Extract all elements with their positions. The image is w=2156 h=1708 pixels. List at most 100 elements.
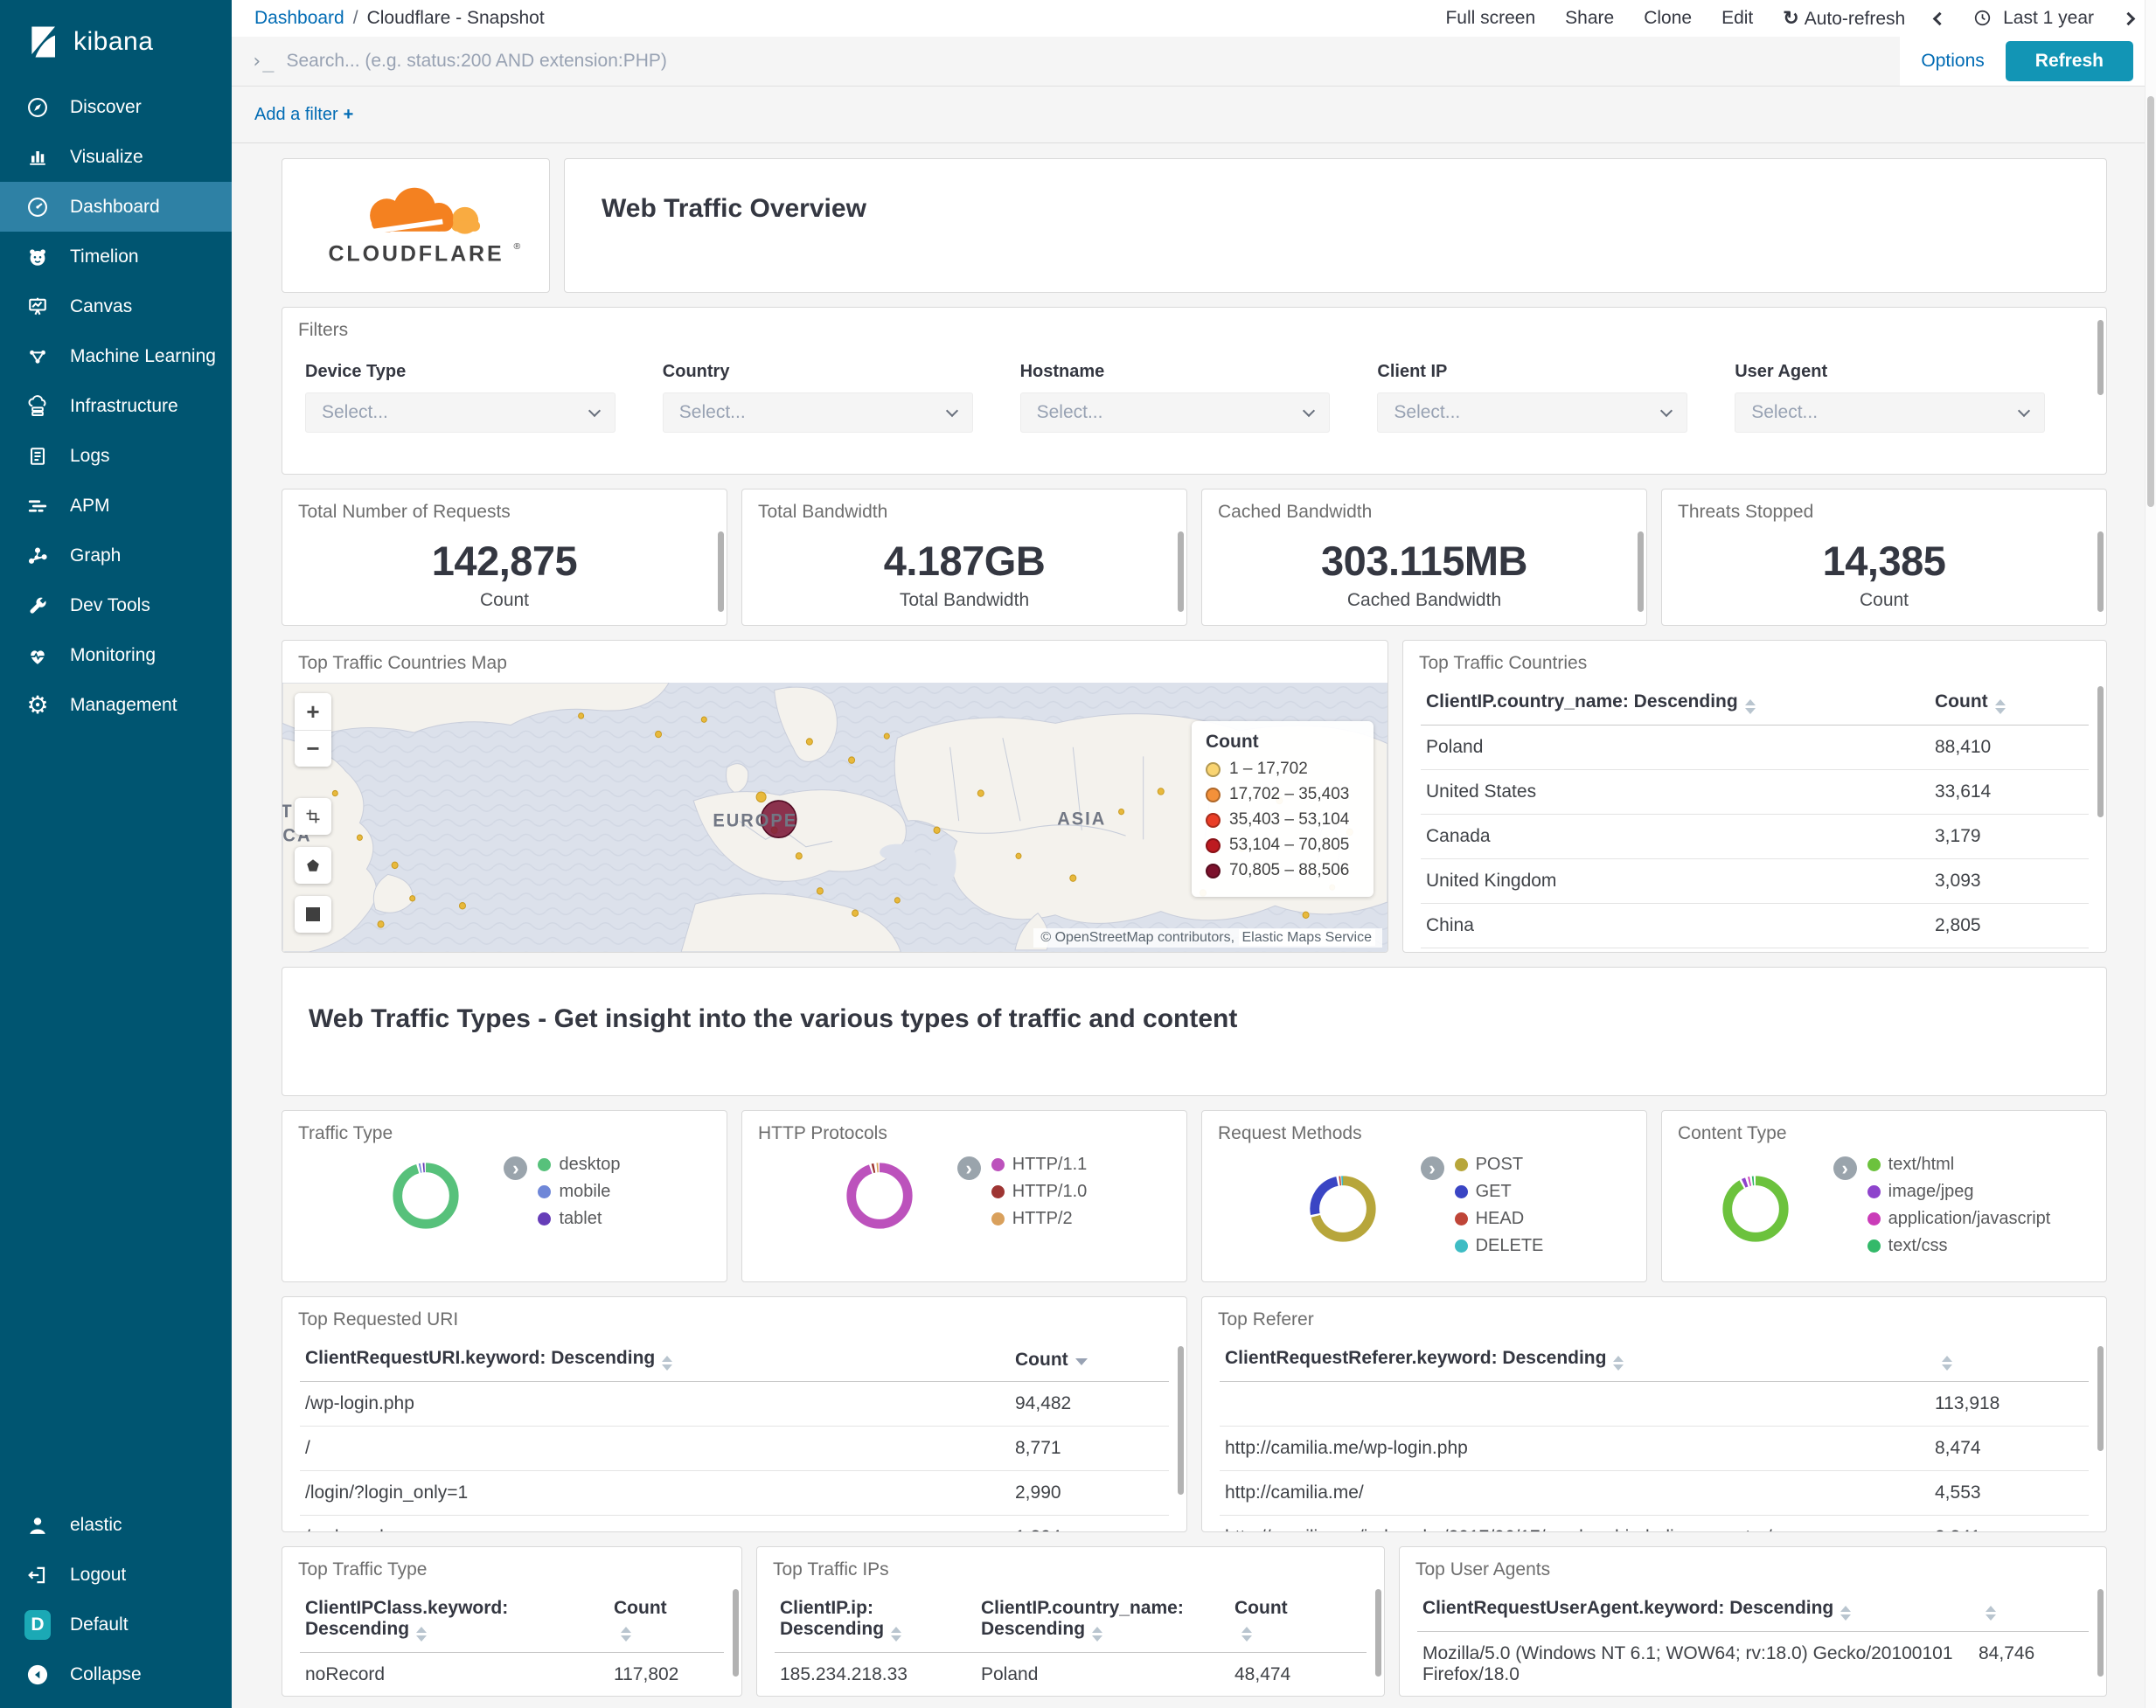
sidebar-item-canvas[interactable]: Canvas	[0, 281, 232, 331]
zoom-in-button[interactable]: +	[295, 693, 331, 730]
content-type-donut[interactable]	[1718, 1171, 1793, 1246]
auto-refresh-button[interactable]: ↻ Auto-refresh	[1783, 7, 1905, 30]
share-button[interactable]: Share	[1565, 8, 1614, 29]
sidebar-item-label: Infrastructure	[70, 395, 178, 416]
breadcrumb-dashboard[interactable]: Dashboard	[254, 8, 344, 29]
rectangle-tool-button[interactable]	[295, 896, 331, 933]
sidebar-item-logout[interactable]: Logout	[0, 1550, 232, 1600]
legend-item[interactable]: text/html	[1867, 1155, 2051, 1175]
column-header-uri[interactable]: ClientRequestURI.keyword: Descending	[305, 1348, 1015, 1371]
legend-toggle-icon[interactable]: ›	[504, 1156, 528, 1180]
country-select[interactable]: Select...	[662, 392, 973, 433]
sidebar-item-space-default[interactable]: D Default	[0, 1600, 232, 1649]
column-header-ip[interactable]: ClientIP.ip: Descending	[780, 1598, 981, 1642]
column-header-referer[interactable]: ClientRequestReferer.keyword: Descending	[1225, 1348, 1935, 1371]
traffic-type-donut[interactable]	[388, 1158, 463, 1233]
time-range-picker[interactable]: Last 1 year	[1974, 8, 2094, 29]
window-scrollbar-thumb[interactable]	[2147, 96, 2154, 507]
scrollbar-thumb[interactable]	[1375, 1589, 1381, 1677]
zoom-out-button[interactable]: −	[295, 730, 331, 767]
crop-tool-button[interactable]	[295, 798, 331, 835]
sidebar-item-logs[interactable]: Logs	[0, 431, 232, 481]
add-filter-link[interactable]: Add a filter +	[254, 105, 353, 125]
column-header-count[interactable]: Count	[614, 1598, 719, 1642]
legend-item[interactable]: mobile	[538, 1182, 620, 1202]
column-header-country[interactable]: ClientIP.country_name: Descending	[981, 1598, 1234, 1642]
sidebar-item-timelion[interactable]: Timelion	[0, 232, 232, 281]
metric-total-bandwidth: Total Bandwidth 4.187GB Total Bandwidth	[741, 489, 1187, 626]
legend-item[interactable]: DELETE	[1454, 1236, 1543, 1256]
column-header-count[interactable]: Count	[1015, 1350, 1164, 1371]
scrollbar-thumb[interactable]	[2097, 1346, 2104, 1451]
sort-desc-icon	[1075, 1358, 1088, 1365]
sidebar-item-infrastructure[interactable]: Infrastructure	[0, 381, 232, 431]
sidebar-item-dev-tools[interactable]: Dev Tools	[0, 580, 232, 630]
column-header-count[interactable]	[1979, 1598, 2083, 1621]
sidebar-item-discover[interactable]: Discover	[0, 82, 232, 132]
http-protocols-donut[interactable]	[842, 1158, 917, 1233]
legend-item[interactable]: desktop	[538, 1155, 621, 1175]
sidebar-item-dashboard[interactable]: Dashboard	[0, 182, 232, 232]
world-map[interactable]: EUROPE ASIA NORTH AMERICA + −	[282, 683, 1387, 952]
scrollbar-thumb[interactable]	[733, 1589, 739, 1677]
legend-item[interactable]: GET	[1454, 1182, 1544, 1202]
legend-item[interactable]: image/jpeg	[1867, 1182, 2051, 1202]
dashboard-title: Web Traffic Overview	[602, 194, 866, 223]
full-screen-button[interactable]: Full screen	[1445, 8, 1535, 29]
clone-button[interactable]: Clone	[1644, 8, 1692, 29]
scrollbar-thumb[interactable]	[2097, 1589, 2104, 1677]
auto-refresh-icon: ↻	[1783, 7, 1799, 29]
legend-item[interactable]: HTTP/1.1	[991, 1155, 1087, 1175]
maps-service-link[interactable]: Elastic Maps Service	[1238, 929, 1375, 946]
legend-dot	[538, 1185, 552, 1198]
time-forward-button[interactable]	[2121, 11, 2136, 25]
legend-item[interactable]: HTTP/2	[991, 1209, 1088, 1229]
column-header-country[interactable]: ClientIP.country_name: Descending	[1426, 691, 1935, 714]
filter-label: Client IP	[1377, 362, 1448, 381]
search-field[interactable]: ›_	[232, 37, 1901, 86]
request-methods-donut[interactable]	[1305, 1171, 1381, 1246]
scrollbar-thumb[interactable]	[2097, 531, 2104, 612]
legend-toggle-icon[interactable]: ›	[956, 1156, 981, 1180]
column-header-user-agent[interactable]: ClientRequestUserAgent.keyword: Descendi…	[1422, 1598, 1979, 1621]
options-link[interactable]: Options	[1921, 51, 1984, 72]
hostname-select[interactable]: Select...	[1019, 392, 1331, 433]
scrollbar-thumb[interactable]	[2097, 686, 2104, 817]
refresh-button[interactable]: Refresh	[2005, 41, 2133, 81]
search-input[interactable]	[286, 51, 1881, 72]
edit-button[interactable]: Edit	[1721, 8, 1753, 29]
legend-item[interactable]: HEAD	[1454, 1209, 1544, 1229]
window-scrollbar[interactable]	[2145, 0, 2156, 1708]
legend-item[interactable]: text/css	[1867, 1236, 2051, 1256]
sidebar-item-machine-learning[interactable]: Machine Learning	[0, 331, 232, 381]
legend-item[interactable]: application/javascript	[1867, 1209, 2050, 1229]
legend-item[interactable]: tablet	[538, 1209, 620, 1229]
column-header-count[interactable]	[1935, 1348, 2083, 1371]
device-type-select[interactable]: Select...	[305, 392, 616, 433]
sidebar-item-monitoring[interactable]: Monitoring	[0, 630, 232, 680]
column-header-class[interactable]: ClientIPClass.keyword: Descending	[305, 1598, 614, 1642]
legend-toggle-icon[interactable]: ›	[1420, 1156, 1444, 1180]
sidebar-item-graph[interactable]: Graph	[0, 531, 232, 580]
client-ip-select[interactable]: Select...	[1377, 392, 1688, 433]
time-back-button[interactable]	[1932, 11, 1947, 25]
scrollbar-thumb[interactable]	[2097, 320, 2104, 395]
scrollbar-thumb[interactable]	[1638, 531, 1644, 612]
legend-toggle-icon[interactable]: ›	[1833, 1156, 1857, 1180]
polygon-tool-button[interactable]	[295, 847, 331, 884]
scrollbar-thumb[interactable]	[1178, 1346, 1184, 1495]
sidebar-item-user[interactable]: elastic	[0, 1500, 232, 1550]
square-icon	[306, 907, 320, 921]
column-header-count[interactable]: Count	[1234, 1598, 1339, 1642]
column-header-count[interactable]: Count	[1935, 691, 2083, 714]
legend-item[interactable]: HTTP/1.0	[991, 1182, 1087, 1202]
kibana-logo[interactable]: kibana	[0, 0, 232, 82]
sidebar-item-management[interactable]: ⚙ Management	[0, 680, 232, 730]
user-agent-select[interactable]: Select...	[1735, 392, 2045, 433]
sidebar-item-collapse[interactable]: Collapse	[0, 1649, 232, 1699]
scrollbar-thumb[interactable]	[718, 531, 724, 612]
sidebar-item-visualize[interactable]: Visualize	[0, 132, 232, 182]
legend-item[interactable]: POST	[1454, 1155, 1544, 1175]
scrollbar-thumb[interactable]	[1178, 531, 1184, 612]
sidebar-item-apm[interactable]: APM	[0, 481, 232, 531]
